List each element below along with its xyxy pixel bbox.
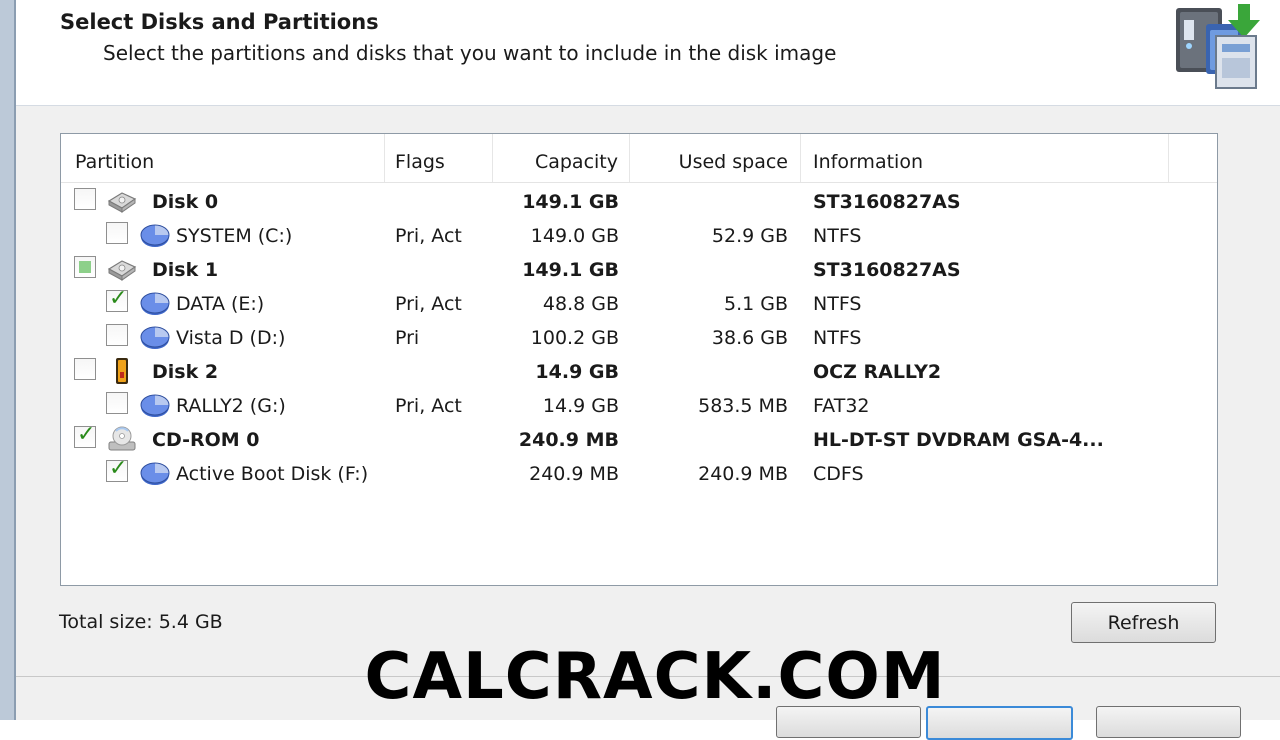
- table-row[interactable]: DATA (E:) Pri, Act 48.8 GB 5.1 GB NTFS: [61, 286, 1217, 320]
- row-checkbox[interactable]: [106, 324, 128, 346]
- partition-icon: [139, 459, 171, 487]
- cell-used-space: 240.9 MB: [698, 463, 788, 485]
- cell-flags: Pri: [395, 327, 420, 349]
- cell-capacity: 240.9 MB: [529, 463, 619, 485]
- page-title: Select Disks and Partitions: [60, 10, 379, 34]
- cell-flags: Pri, Act: [395, 225, 462, 247]
- cell-used-space: 5.1 GB: [723, 293, 788, 315]
- column-used-space[interactable]: Used space: [630, 134, 801, 182]
- partition-list[interactable]: Partition Flags Capacity Used space Info…: [60, 133, 1218, 586]
- cell-used-space: [630, 354, 788, 388]
- hard-disk-icon: [106, 187, 138, 215]
- cell-capacity: 240.9 MB: [518, 429, 619, 451]
- partition-icon: [139, 289, 171, 317]
- wizard-header: Select Disks and Partitions Select the p…: [16, 0, 1280, 106]
- cell-partition: Disk 2: [152, 361, 219, 383]
- cell-partition: CD-ROM 0: [152, 429, 260, 451]
- row-checkbox[interactable]: [74, 358, 96, 380]
- column-flags[interactable]: Flags: [385, 134, 493, 182]
- cell-capacity: 100.2 GB: [530, 327, 619, 349]
- table-row[interactable]: Disk 0 149.1 GB ST3160827AS: [61, 184, 1217, 218]
- cell-information: ST3160827AS: [813, 191, 961, 213]
- column-information[interactable]: Information: [801, 134, 1169, 182]
- cell-information: ST3160827AS: [813, 259, 961, 281]
- cell-flags: Pri, Act: [395, 293, 462, 315]
- cell-flags: Pri, Act: [395, 395, 462, 417]
- disk-image-icon: [1176, 4, 1260, 89]
- cell-used-space: 38.6 GB: [711, 327, 788, 349]
- table-row[interactable]: Active Boot Disk (F:) 240.9 MB 240.9 MB CDF…: [61, 456, 1217, 490]
- cell-partition: Disk 1: [152, 259, 219, 281]
- cell-information: HL-DT-ST DVDRAM GSA-4...: [813, 429, 1104, 451]
- cell-partition: DATA (E:): [176, 293, 265, 315]
- table-row[interactable]: SYSTEM (C:) Pri, Act 149.0 GB 52.9 GB NTFS: [61, 218, 1217, 252]
- cell-used-space: 583.5 MB: [698, 395, 788, 417]
- cell-capacity: 149.1 GB: [522, 259, 619, 281]
- partition-icon: [139, 221, 171, 249]
- partition-icon: [139, 323, 171, 351]
- table-row[interactable]: Disk 2 14.9 GB OCZ RALLY2: [61, 354, 1217, 388]
- hard-disk-icon: [106, 255, 138, 283]
- row-checkbox[interactable]: [106, 456, 128, 482]
- cell-used-space: [630, 252, 788, 286]
- cell-capacity: 14.9 GB: [535, 361, 619, 383]
- cell-partition: Disk 0: [152, 191, 219, 213]
- cell-information: NTFS: [813, 225, 862, 247]
- column-partition[interactable]: Partition: [61, 134, 385, 182]
- partition-icon: [139, 391, 171, 419]
- cell-partition: SYSTEM (C:): [176, 225, 293, 247]
- cell-capacity: 48.8 GB: [542, 293, 619, 315]
- window-frame: [0, 0, 16, 720]
- refresh-button[interactable]: Refresh: [1071, 602, 1216, 643]
- usb-drive-icon: [106, 357, 138, 385]
- table-row[interactable]: CD-ROM 0 240.9 MB HL-DT-ST DVDRAM GSA-4...: [61, 422, 1217, 456]
- table-row[interactable]: RALLY2 (G:) Pri, Act 14.9 GB 583.5 MB FAT32: [61, 388, 1217, 422]
- page-subtitle: Select the partitions and disks that you…: [103, 41, 837, 65]
- row-checkbox[interactable]: [74, 422, 96, 448]
- cell-capacity: 149.1 GB: [522, 191, 619, 213]
- row-checkbox[interactable]: [74, 256, 96, 278]
- column-capacity[interactable]: Capacity: [493, 134, 630, 182]
- cell-partition: Vista D (D:): [176, 327, 286, 349]
- cell-used-space: [630, 184, 788, 218]
- row-checkbox[interactable]: [106, 392, 128, 414]
- table-row[interactable]: Vista D (D:) Pri 100.2 GB 38.6 GB NTFS: [61, 320, 1217, 354]
- cell-information: NTFS: [813, 293, 862, 315]
- row-checkbox[interactable]: [106, 222, 128, 244]
- row-checkbox[interactable]: [106, 286, 128, 312]
- cell-capacity: 14.9 GB: [542, 395, 619, 417]
- cell-information: FAT32: [813, 395, 870, 417]
- watermark-text: CALCRACK.COM: [364, 640, 946, 714]
- column-header-row: Partition Flags Capacity Used space Info…: [61, 134, 1217, 183]
- table-row[interactable]: Disk 1 149.1 GB ST3160827AS: [61, 252, 1217, 286]
- total-size-label: Total size: 5.4 GB: [59, 611, 223, 633]
- cell-partition: RALLY2 (G:): [176, 395, 286, 417]
- cell-information: OCZ RALLY2: [813, 361, 942, 383]
- cell-information: NTFS: [813, 327, 862, 349]
- cell-information: CDFS: [813, 463, 864, 485]
- cell-used-space: 52.9 GB: [711, 225, 788, 247]
- cell-capacity: 149.0 GB: [530, 225, 619, 247]
- cell-used-space: [630, 422, 788, 456]
- cell-partition: Active Boot Disk (F:): [176, 463, 369, 485]
- cd-rom-icon: [106, 425, 138, 453]
- row-checkbox[interactable]: [74, 188, 96, 210]
